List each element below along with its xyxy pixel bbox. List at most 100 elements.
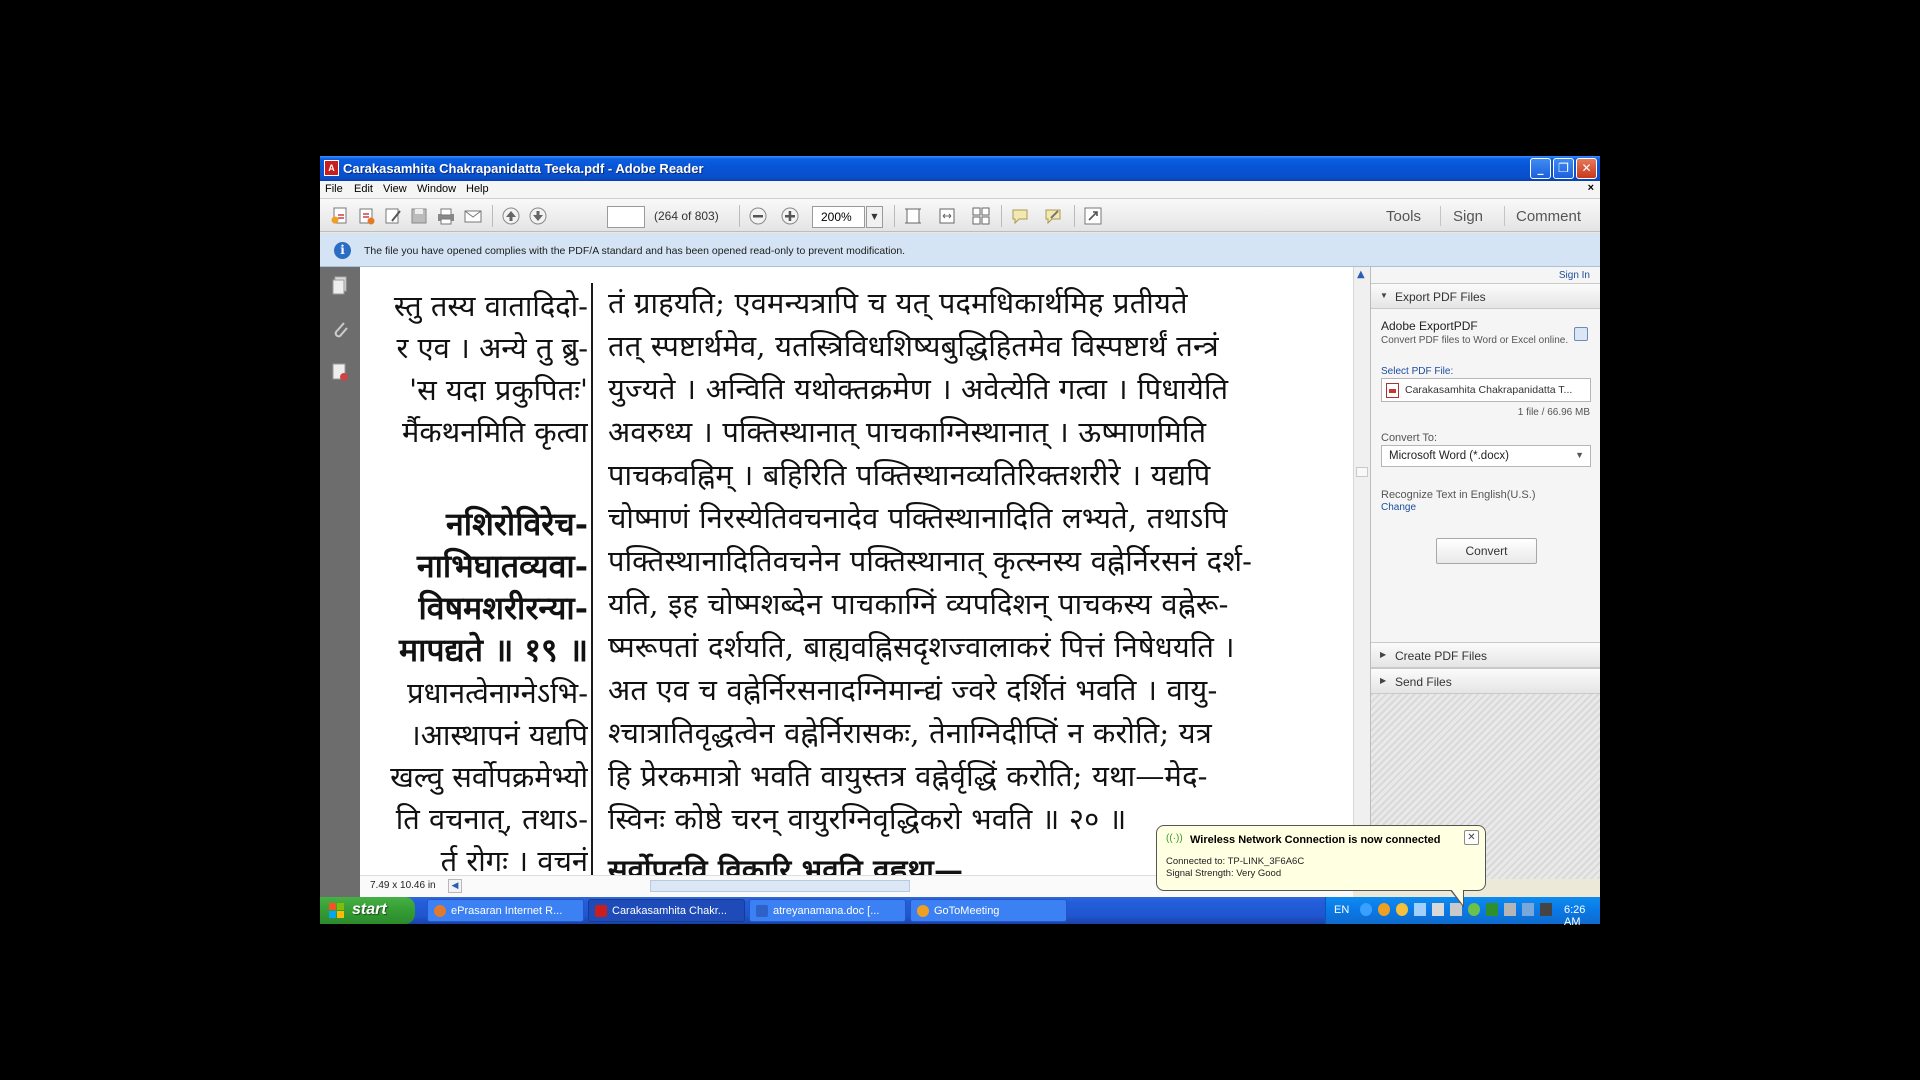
taskbar-item-word-document[interactable]: atreyanamana.doc [... xyxy=(749,899,906,922)
right-column-line: यति, इह चोष्मशब्देन पाचकाग्निं व्यपदिशन्… xyxy=(608,587,1229,621)
maximize-button[interactable]: ❐ xyxy=(1553,158,1574,179)
clock[interactable]: 6:26 AM xyxy=(1564,904,1600,928)
signatures-icon[interactable] xyxy=(330,361,350,383)
comment-icon[interactable] xyxy=(1009,205,1031,227)
recognize-text-label: Recognize Text in English(U.S.) xyxy=(1381,489,1536,501)
taskbar-item-label: GoToMeeting xyxy=(934,905,1000,917)
save-icon[interactable] xyxy=(408,205,430,227)
zoom-out-icon[interactable] xyxy=(747,205,769,227)
export-service-icon xyxy=(1574,327,1588,341)
taskbar-item-gotomeeting[interactable]: GoToMeeting xyxy=(910,899,1067,922)
create-pdf-title: Create PDF Files xyxy=(1395,649,1488,663)
minimize-button[interactable]: _ xyxy=(1530,158,1551,179)
toolbar-separator xyxy=(1504,206,1505,226)
open-icon[interactable] xyxy=(355,205,377,227)
highlight-icon[interactable] xyxy=(1042,205,1064,227)
tools-pane-button[interactable]: Tools xyxy=(1386,208,1421,225)
document-close-button[interactable]: × xyxy=(1588,182,1594,194)
toolbar-separator xyxy=(1001,205,1002,227)
scroll-up-icon[interactable]: ▲ xyxy=(1357,269,1365,280)
taskbar-item-browser[interactable]: ePrasaran Internet R... xyxy=(427,899,584,922)
close-button[interactable]: ✕ xyxy=(1576,158,1597,179)
monitor-tray-icon[interactable] xyxy=(1540,903,1552,916)
fullscreen-icon[interactable] xyxy=(1082,205,1104,227)
notification-title: Wireless Network Connection is now conne… xyxy=(1190,834,1441,846)
send-files-title: Send Files xyxy=(1395,675,1452,689)
attachments-icon[interactable] xyxy=(330,318,350,340)
display-tray-icon[interactable] xyxy=(1522,903,1534,916)
sign-in-link[interactable]: Sign In xyxy=(1559,270,1590,281)
fit-width-icon[interactable] xyxy=(936,205,958,227)
device-tray-icon[interactable] xyxy=(1432,903,1444,916)
sign-pane-button[interactable]: Sign xyxy=(1453,208,1483,225)
fit-page-icon[interactable] xyxy=(902,205,924,227)
left-column-line: मापद्यते ॥ १९ ॥ xyxy=(398,631,588,669)
start-button[interactable]: start xyxy=(320,897,415,924)
scroll-mode-icon[interactable] xyxy=(970,205,992,227)
right-column-line: अवरुध्य । पक्तिस्थानात् पाचकाग्निस्थानात… xyxy=(608,415,1207,449)
network-notification-balloon[interactable]: ((·)) Wireless Network Connection is now… xyxy=(1156,825,1486,891)
selected-pdf-file[interactable]: Carakasamhita Chakrapanidatta T... xyxy=(1381,378,1591,402)
export-pdf-section-header[interactable]: ▼ Export PDF Files xyxy=(1371,283,1600,309)
prev-page-icon[interactable] xyxy=(500,205,522,227)
network-tray-icon[interactable] xyxy=(1414,903,1426,916)
adobe-reader-icon xyxy=(595,905,607,917)
convert-button[interactable]: Convert xyxy=(1436,538,1537,564)
taskbar-item-adobe-reader[interactable]: Carakasamhita Chakr... xyxy=(588,899,745,922)
zoom-in-icon[interactable] xyxy=(779,205,801,227)
volume-tray-icon[interactable] xyxy=(1504,903,1516,916)
left-column-line: खल्वु सर्वोपक्रमेभ्यो xyxy=(390,760,588,794)
security-tray-icon[interactable] xyxy=(1468,903,1480,916)
right-column-line: तत् स्पष्टार्थमेव, यतस्त्रिविधशिष्यबुद्ध… xyxy=(608,329,1219,363)
wireless-tray-icon[interactable] xyxy=(1486,903,1498,916)
scrollbar-thumb[interactable] xyxy=(1356,467,1368,477)
create-pdf-section-header[interactable]: ▶ Create PDF Files xyxy=(1371,642,1600,668)
menu-view[interactable]: View xyxy=(383,183,407,195)
create-pdf-icon[interactable] xyxy=(329,205,351,227)
title-bar[interactable]: A Carakasamhita Chakrapanidatta Teeka.pd… xyxy=(320,156,1600,181)
menu-file[interactable]: File xyxy=(325,183,343,195)
menu-help[interactable]: Help xyxy=(466,183,489,195)
comment-pane-button[interactable]: Comment xyxy=(1516,208,1581,225)
next-page-icon[interactable] xyxy=(527,205,549,227)
language-bar-icon[interactable] xyxy=(1360,903,1372,916)
language-indicator[interactable]: EN xyxy=(1334,904,1349,916)
page-number-input[interactable] xyxy=(607,206,645,228)
toolbar-separator xyxy=(894,205,895,227)
window-title: Carakasamhita Chakrapanidatta Teeka.pdf … xyxy=(343,161,704,176)
right-column-line: तं ग्राहयति; एवमन्यत्रापि च यत् पदमधिकार… xyxy=(608,286,1188,320)
notification-connected-to: Connected to: TP-LINK_3F6A6C xyxy=(1166,856,1305,867)
right-column-line: श्चात्रातिवृद्धत्वेन वह्नेर्निरासकः, तेन… xyxy=(608,716,1212,750)
zoom-dropdown-button[interactable]: ▼ xyxy=(866,206,883,228)
menu-edit[interactable]: Edit xyxy=(354,183,373,195)
toolbar-separator xyxy=(1074,205,1075,227)
edit-icon[interactable] xyxy=(382,205,404,227)
left-column-line: स्तु तस्य वातादिदो- xyxy=(393,289,588,323)
select-pdf-label: Select PDF File: xyxy=(1381,366,1454,377)
right-column-line: चोष्माणं निरस्येतिवचनादेव पक्तिस्थानादित… xyxy=(608,501,1228,535)
right-column-line: अत एव च वह्नेर्निरसनादग्निमान्द्यं ज्वरे… xyxy=(608,673,1218,707)
windows-logo-icon xyxy=(329,903,345,918)
left-column-line: ति वचनात्, तथाऽ- xyxy=(395,802,588,836)
gotomeeting-tray-icon[interactable] xyxy=(1378,903,1390,916)
pdfa-info-bar: i The file you have opened complies with… xyxy=(320,233,1600,267)
pdfa-info-text: The file you have opened complies with t… xyxy=(364,245,906,257)
email-icon[interactable] xyxy=(462,205,484,227)
wireless-signal-icon: ((·)) xyxy=(1166,833,1183,844)
notification-close-button[interactable]: ✕ xyxy=(1464,830,1479,845)
zoom-level-field[interactable]: 200% xyxy=(812,206,865,228)
send-files-section-header[interactable]: ▶ Send Files xyxy=(1371,668,1600,694)
print-icon[interactable] xyxy=(435,205,457,227)
start-label: start xyxy=(352,901,387,918)
document-left-column: स्तु तस्य वातादिदो- र एव । अन्ये तु ब्रु… xyxy=(362,273,588,897)
horizontal-scrollbar-thumb[interactable] xyxy=(650,880,910,892)
page-thumbnails-icon[interactable] xyxy=(330,275,350,297)
taskbar-item-label: Carakasamhita Chakr... xyxy=(612,905,727,917)
menu-window[interactable]: Window xyxy=(417,183,456,195)
scroll-left-icon[interactable]: ◀ xyxy=(448,879,462,893)
convert-format-select[interactable]: Microsoft Word (*.docx) ▼ xyxy=(1381,445,1591,467)
app-tray-icon[interactable] xyxy=(1396,903,1408,916)
change-language-link[interactable]: Change xyxy=(1381,502,1416,513)
document-vertical-scrollbar[interactable]: ▲ xyxy=(1353,267,1370,879)
adobe-exportpdf-heading: Adobe ExportPDF xyxy=(1381,319,1478,333)
